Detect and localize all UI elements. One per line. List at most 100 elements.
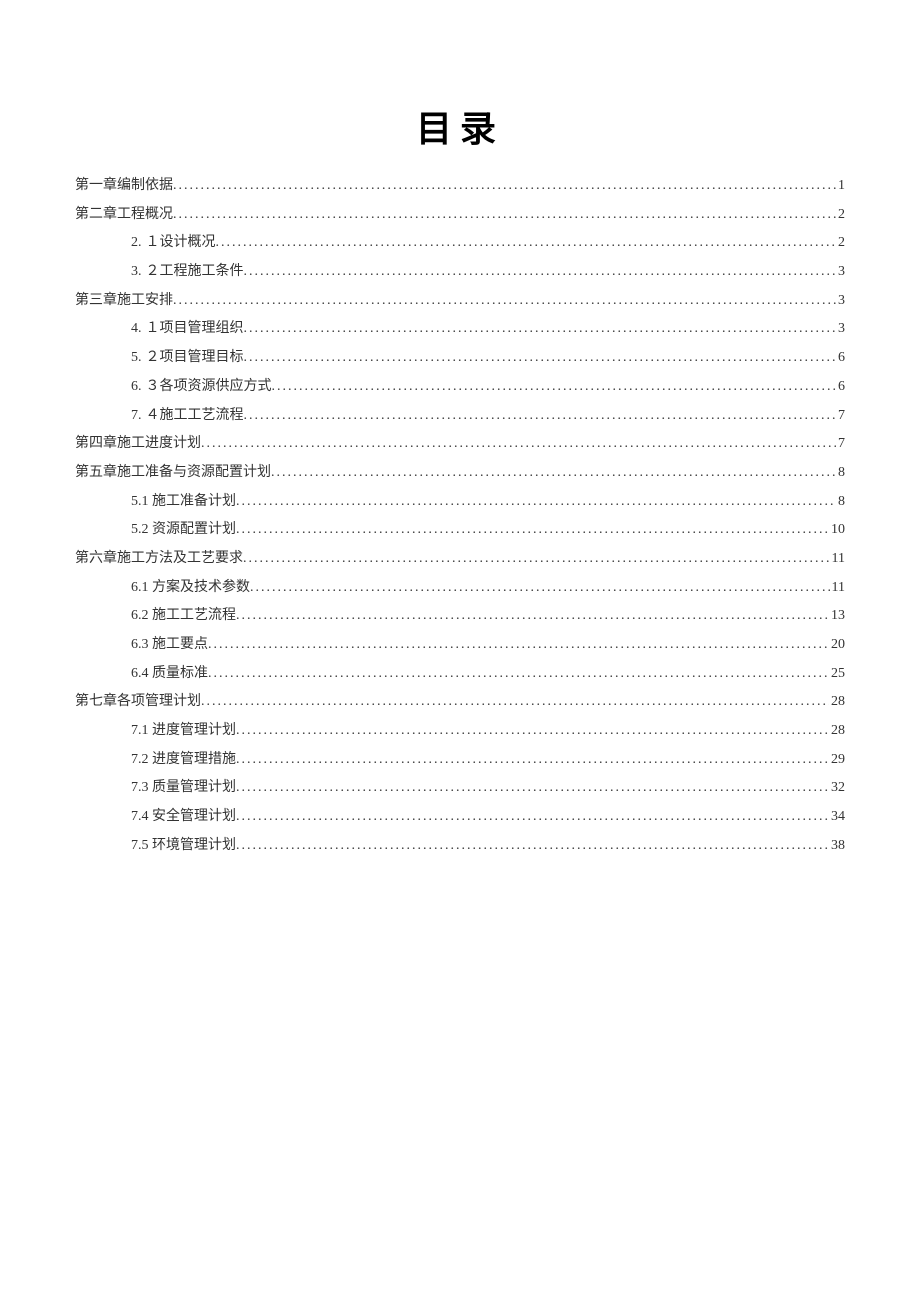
table-of-contents: 第一章编制依据1第二章工程概况22.１设计概况 23.２工程施工条件 3第三章施… [75,172,845,861]
toc-entry: 6.３各项资源供应方式 6 [75,373,845,402]
toc-leader-dots [201,430,836,459]
toc-entry: 5.２项目管理目标 6 [75,344,845,373]
toc-label: ２项目管理目标 [146,344,244,373]
toc-leader-dots [236,746,829,775]
toc-page-number: 7 [836,430,845,459]
toc-leader-dots [244,258,837,287]
toc-label: 第四章施工进度计划 [75,430,201,459]
toc-page-number: 11 [830,545,845,574]
toc-label: ２工程施工条件 [146,258,244,287]
toc-page-number: 8 [836,459,845,488]
toc-page-number: 32 [829,774,845,803]
toc-label: 第五章施工准备与资源配置计划 [75,459,271,488]
toc-label: 7.1 进度管理计划 [131,717,236,746]
toc-label: 7.3 质量管理计划 [131,774,236,803]
toc-label: 6.3 施工要点 [131,631,208,660]
toc-entry: 2.１设计概况 2 [75,229,845,258]
toc-number: 2. [131,229,142,258]
toc-label: 第二章工程概况 [75,201,173,230]
toc-leader-dots [244,315,837,344]
toc-entry: 5.1 施工准备计划 8 [75,488,845,517]
toc-label: １设计概况 [146,229,216,258]
toc-number: 4. [131,315,142,344]
toc-label: 7.5 环境管理计划 [131,832,236,861]
toc-page-number: 10 [829,516,845,545]
toc-page-number: 11 [830,574,845,603]
toc-page-number: 8 [836,488,845,517]
toc-page-number: 28 [829,717,845,746]
toc-label: 7.2 进度管理措施 [131,746,236,775]
toc-number: 6. [131,373,142,402]
toc-page-number: 6 [836,373,845,402]
toc-leader-dots [244,344,837,373]
toc-label: 5.2 资源配置计划 [131,516,236,545]
toc-label: １项目管理组织 [146,315,244,344]
toc-leader-dots [236,803,829,832]
toc-entry: 第一章编制依据 1 [75,172,845,201]
toc-page-number: 3 [836,287,845,316]
toc-label: 7.4 安全管理计划 [131,803,236,832]
toc-number: 3. [131,258,142,287]
toc-leader-dots [236,717,829,746]
toc-leader-dots [208,660,829,689]
toc-label: 第一章编制依据 [75,172,173,201]
toc-page-number: 20 [829,631,845,660]
toc-label: 5.1 施工准备计划 [131,488,236,517]
toc-page-number: 3 [836,258,845,287]
toc-page-number: 6 [836,344,845,373]
toc-entry: 7.4 安全管理计划 34 [75,803,845,832]
toc-leader-dots [173,287,836,316]
toc-page-number: 29 [829,746,845,775]
toc-entry: 第五章施工准备与资源配置计划 8 [75,459,845,488]
toc-page-number: 2 [836,229,845,258]
toc-leader-dots [244,402,837,431]
toc-leader-dots [236,488,836,517]
toc-entry: 4.１项目管理组织 3 [75,315,845,344]
toc-page-number: 1 [836,172,845,201]
toc-entry: 第二章工程概况 2 [75,201,845,230]
toc-entry: 第四章施工进度计划 7 [75,430,845,459]
toc-leader-dots [271,459,836,488]
toc-label: 6.2 施工工艺流程 [131,602,236,631]
toc-entry: 6.1 方案及技术参数 11 [75,574,845,603]
toc-entry: 6.2 施工工艺流程 13 [75,602,845,631]
toc-number: 7. [131,402,142,431]
toc-page-number: 2 [836,201,845,230]
toc-leader-dots [236,774,829,803]
toc-entry: 3.２工程施工条件 3 [75,258,845,287]
toc-number: 5. [131,344,142,373]
toc-label: 第六章施工方法及工艺要求 [75,545,243,574]
toc-page-number: 7 [836,402,845,431]
toc-page-number: 28 [829,688,845,717]
toc-leader-dots [208,631,829,660]
toc-page-number: 3 [836,315,845,344]
toc-page-number: 13 [829,602,845,631]
toc-entry: 7.1 进度管理计划 28 [75,717,845,746]
toc-label: 6.1 方案及技术参数 [131,574,250,603]
toc-entry: 7.3 质量管理计划 32 [75,774,845,803]
toc-entry: 第六章施工方法及工艺要求 11 [75,545,845,574]
toc-entry: 6.3 施工要点 20 [75,631,845,660]
toc-entry: 第三章施工安排 3 [75,287,845,316]
toc-leader-dots [250,574,830,603]
toc-entry: 5.2 资源配置计划 10 [75,516,845,545]
toc-leader-dots [173,172,836,201]
toc-leader-dots [236,602,829,631]
page-title: 目录 [75,100,845,152]
toc-page-number: 25 [829,660,845,689]
toc-entry: 7.2 进度管理措施 29 [75,746,845,775]
toc-page-number: 34 [829,803,845,832]
toc-leader-dots [243,545,830,574]
toc-entry: 6.4 质量标准 25 [75,660,845,689]
toc-leader-dots [236,516,829,545]
toc-label: 第七章各项管理计划 [75,688,201,717]
toc-leader-dots [201,688,829,717]
toc-page-number: 38 [829,832,845,861]
toc-leader-dots [236,832,829,861]
toc-entry: 7.5 环境管理计划 38 [75,832,845,861]
toc-label: 6.4 质量标准 [131,660,208,689]
toc-label: ３各项资源供应方式 [146,373,272,402]
toc-entry: 7.４施工工艺流程7 [75,402,845,431]
toc-label: 第三章施工安排 [75,287,173,316]
toc-leader-dots [272,373,837,402]
